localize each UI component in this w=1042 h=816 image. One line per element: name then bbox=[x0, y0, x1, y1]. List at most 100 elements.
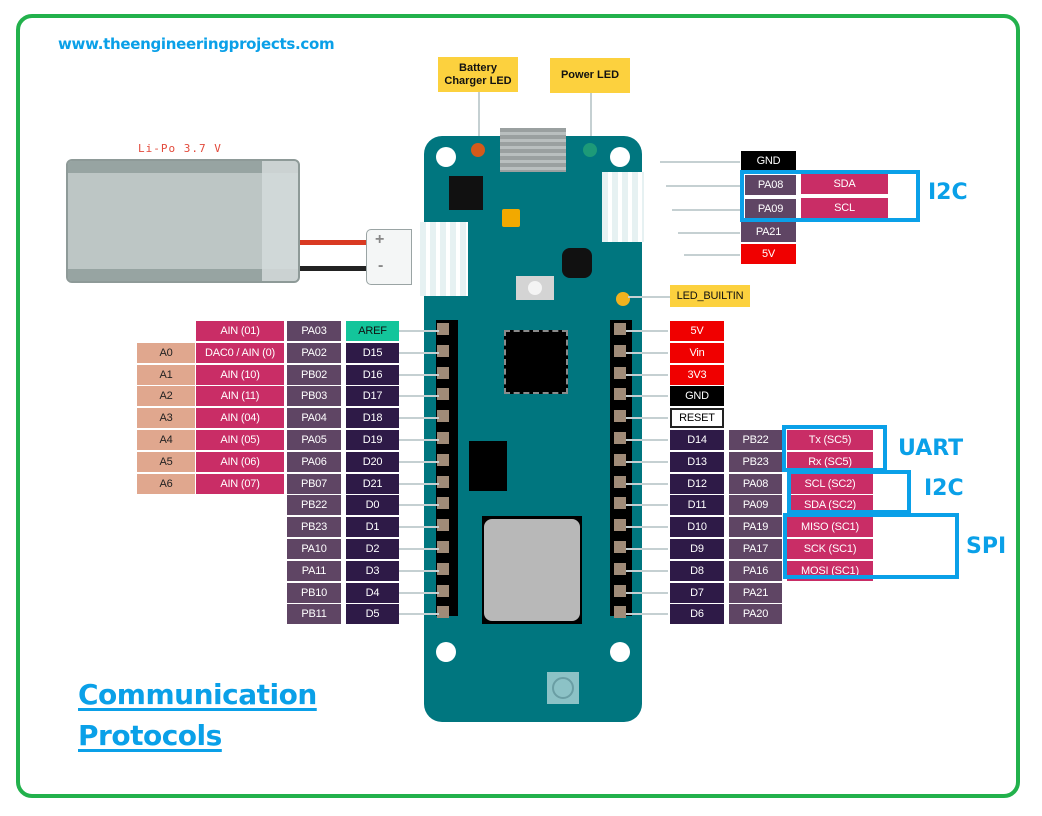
top-i2c-box bbox=[740, 170, 920, 222]
top-pin-wire bbox=[660, 161, 740, 163]
red-wire bbox=[300, 240, 368, 245]
header-pin-pad bbox=[614, 366, 626, 379]
pin-wire bbox=[626, 526, 668, 529]
header-pin-pad bbox=[437, 388, 449, 401]
top-pin-wire bbox=[666, 185, 740, 187]
port-label: PA10 bbox=[287, 539, 341, 559]
digital-pin-label: D19 bbox=[346, 430, 399, 450]
top-i2c-label: I2C bbox=[928, 180, 968, 205]
pin-wire bbox=[626, 439, 668, 441]
antenna-connector bbox=[547, 672, 579, 704]
port-label: PB11 bbox=[287, 604, 341, 625]
analog-pin-label: A6 bbox=[137, 473, 195, 494]
charger-led-leader bbox=[478, 92, 480, 142]
digital-pin-label: D4 bbox=[346, 582, 399, 603]
function-label: AIN (04) bbox=[196, 408, 284, 429]
header-pin-pad bbox=[437, 562, 449, 575]
pin-wire bbox=[399, 613, 439, 616]
right-i2c-label: I2C bbox=[924, 476, 964, 501]
digital-pin-label: D18 bbox=[346, 408, 399, 429]
analog-pin-label: A1 bbox=[137, 364, 195, 385]
header-pin-pad bbox=[614, 432, 626, 444]
analog-pin-label: A5 bbox=[137, 451, 195, 472]
battery-connector-pads bbox=[420, 222, 468, 296]
digital-pin-label: D21 bbox=[346, 473, 399, 494]
analog-pin-label: A0 bbox=[137, 342, 195, 363]
mount-hole bbox=[436, 642, 456, 662]
port-label: PB03 bbox=[287, 386, 341, 407]
top-pin-5v: 5V bbox=[741, 244, 796, 264]
pin-wire bbox=[399, 351, 439, 354]
mount-hole bbox=[610, 642, 630, 662]
digital-pin-label: D8 bbox=[670, 560, 724, 581]
top-pin-gnd: GND bbox=[741, 151, 796, 171]
function-label: DAC0 / AIN (0) bbox=[196, 342, 284, 363]
digital-pin-label: D15 bbox=[346, 342, 399, 363]
power-pin-label: GND bbox=[670, 386, 724, 407]
port-label: PA17 bbox=[729, 539, 782, 559]
pin-wire bbox=[626, 569, 668, 572]
header-pin-pad bbox=[614, 453, 626, 466]
header-pin-pad bbox=[437, 519, 449, 532]
spi-label: SPI bbox=[966, 534, 1007, 559]
digital-pin-label: D1 bbox=[346, 517, 399, 538]
power-pin-label: 5V bbox=[670, 321, 724, 341]
header-pin-pad bbox=[614, 519, 626, 532]
plus-sign: + bbox=[375, 231, 385, 248]
digital-pin-label: D16 bbox=[346, 364, 399, 385]
function-label: AIN (10) bbox=[196, 364, 284, 385]
digital-pin-label: D11 bbox=[670, 495, 724, 516]
black-wire bbox=[300, 266, 368, 271]
function-label: AIN (07) bbox=[196, 473, 284, 494]
title-line-1[interactable]: Communication bbox=[78, 674, 317, 715]
battery-body bbox=[66, 159, 300, 283]
port-label: PB02 bbox=[287, 364, 341, 385]
battery-charger-led-label: Battery Charger LED bbox=[438, 57, 518, 92]
port-label: PB23 bbox=[287, 517, 341, 538]
digital-pin-label: D13 bbox=[670, 451, 724, 472]
title-line-2[interactable]: Protocols bbox=[78, 715, 317, 756]
digital-pin-label: D6 bbox=[670, 604, 724, 625]
header-pin-pad bbox=[437, 541, 449, 553]
pin-wire bbox=[399, 373, 439, 376]
pin-wire bbox=[399, 504, 439, 507]
pin-wire bbox=[626, 395, 668, 398]
port-label: PB22 bbox=[729, 430, 782, 450]
battery-connector: + - bbox=[366, 229, 412, 285]
pin-wire bbox=[626, 613, 668, 616]
digital-pin-label: D20 bbox=[346, 451, 399, 472]
analog-pin-label: A4 bbox=[137, 430, 195, 450]
header-pin-pad bbox=[614, 475, 626, 488]
uart-label: UART bbox=[898, 436, 964, 461]
function-label: AIN (11) bbox=[196, 386, 284, 407]
port-label: PA05 bbox=[287, 430, 341, 450]
flash-chip bbox=[469, 441, 507, 491]
function-label: AIN (06) bbox=[196, 451, 284, 472]
top-pin-pa21: PA21 bbox=[741, 222, 796, 242]
power-pin-label: 3V3 bbox=[670, 364, 724, 385]
port-label: PA08 bbox=[729, 473, 782, 494]
regulator bbox=[562, 248, 592, 278]
port-label: PA06 bbox=[287, 451, 341, 472]
digital-pin-label: D7 bbox=[670, 582, 724, 603]
port-label: PA16 bbox=[729, 560, 782, 581]
header-pin-pad bbox=[437, 410, 449, 423]
header-pin-pad bbox=[614, 344, 626, 357]
header-pin-pad bbox=[437, 584, 449, 597]
charger-led bbox=[471, 143, 485, 157]
mount-hole bbox=[610, 147, 630, 167]
builtin-led bbox=[616, 292, 630, 306]
power-led bbox=[583, 143, 597, 157]
header-pin-pad bbox=[437, 323, 449, 335]
site-url[interactable]: www.theengineeringprojects.com bbox=[58, 35, 335, 53]
pin-wire bbox=[626, 373, 668, 376]
header-pin-pad bbox=[437, 606, 449, 619]
pin-wire bbox=[399, 482, 439, 485]
pin-wire bbox=[626, 504, 668, 507]
top-pin-wire bbox=[684, 254, 740, 256]
page-title[interactable]: Communication Protocols bbox=[78, 674, 317, 756]
header-pin-pad bbox=[437, 344, 449, 357]
pin-wire bbox=[399, 569, 439, 572]
port-label: PA21 bbox=[729, 582, 782, 603]
port-label: PA02 bbox=[287, 342, 341, 363]
